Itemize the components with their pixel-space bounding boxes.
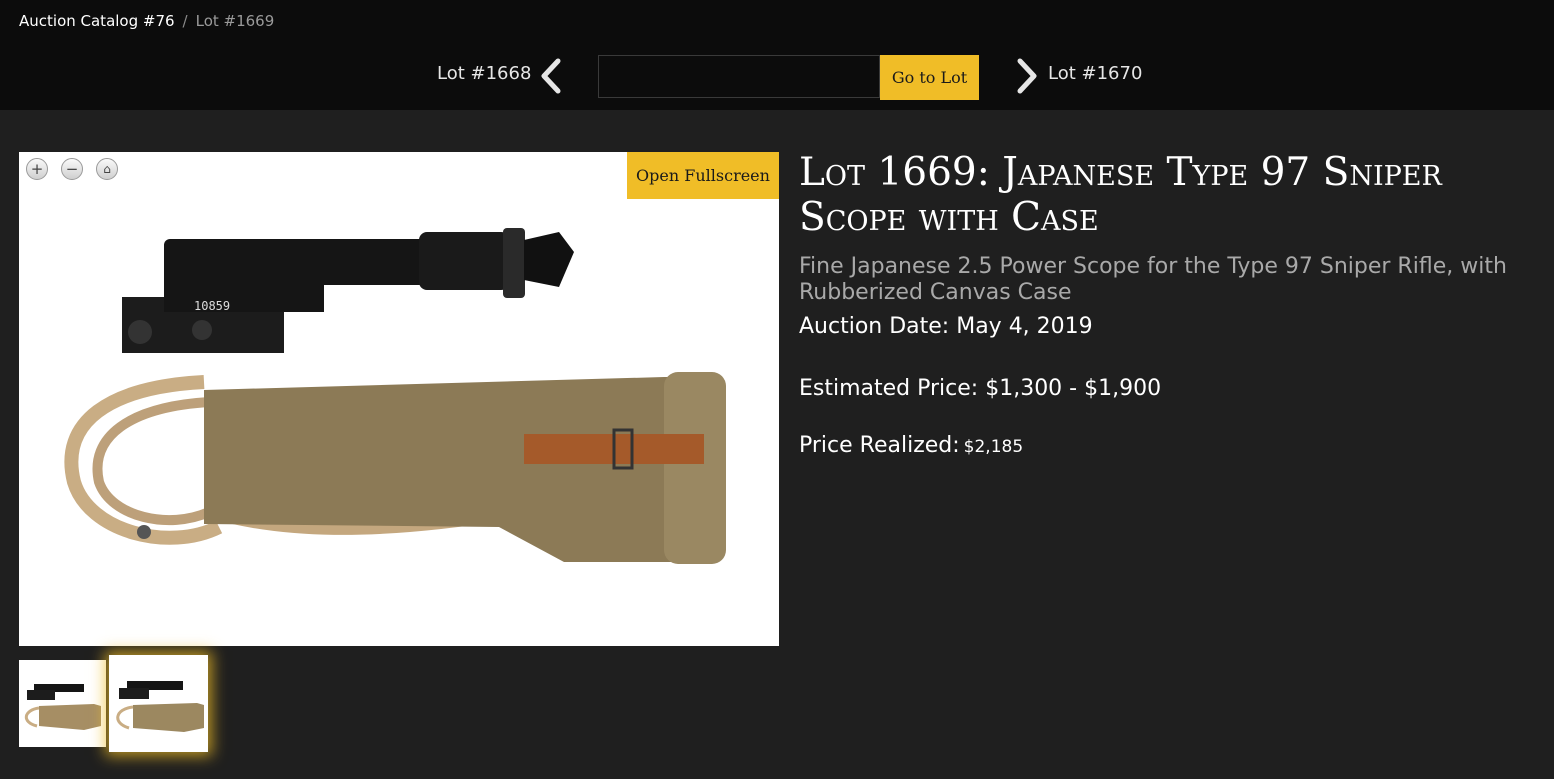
breadcrumb-catalog-link[interactable]: Auction Catalog #76 (19, 12, 175, 30)
lot-title: Lot 1669: Japanese Type 97 Sniper Scope … (799, 150, 1442, 240)
thumbnail-2-selected[interactable] (109, 655, 208, 752)
scope-serial: 10859 (194, 299, 230, 313)
breadcrumb-separator: / (182, 12, 188, 30)
lot-navigation: Lot #1668 Go to Lot Lot #1670 (0, 55, 1554, 100)
auction-date: Auction Date: May 4, 2019 (799, 314, 1093, 339)
lot-image: 10859 (64, 228, 726, 564)
price-realized-value: $2,185 (963, 437, 1024, 457)
home-icon[interactable]: ⌂ (96, 158, 118, 180)
breadcrumb: Auction Catalog #76 / Lot #1669 (19, 12, 274, 30)
estimated-price: Estimated Price: $1,300 - $1,900 (799, 376, 1162, 401)
thumbnail-2-image (116, 681, 204, 732)
top-bar: Auction Catalog #76 / Lot #1669 Lot #1668 … (0, 0, 1554, 110)
price-realized: Price Realized: $2,185 (799, 433, 1023, 458)
open-fullscreen-button[interactable]: Open Fullscreen (627, 152, 779, 199)
lot-subtitle: Fine Japanese 2.5 Power Scope for the Ty… (799, 254, 1507, 305)
chevron-right-icon[interactable] (1014, 57, 1040, 99)
chevron-left-icon[interactable] (538, 57, 564, 99)
zoom-in-icon[interactable]: + (26, 158, 48, 180)
go-to-lot-button[interactable]: Go to Lot (880, 55, 979, 100)
prev-lot-link[interactable]: Lot #1668 (437, 63, 531, 84)
zoom-out-icon[interactable]: − (61, 158, 83, 180)
next-lot-link[interactable]: Lot #1670 (1048, 63, 1142, 84)
price-realized-label: Price Realized: (799, 433, 960, 458)
lot-number-input[interactable] (598, 55, 880, 98)
image-viewer[interactable]: 10859 + − ⌂ Open Fullscreen (19, 152, 779, 646)
breadcrumb-current: Lot #1669 (195, 12, 275, 30)
thumbnail-1-image (24, 684, 101, 730)
thumbnail-1[interactable] (19, 660, 106, 747)
